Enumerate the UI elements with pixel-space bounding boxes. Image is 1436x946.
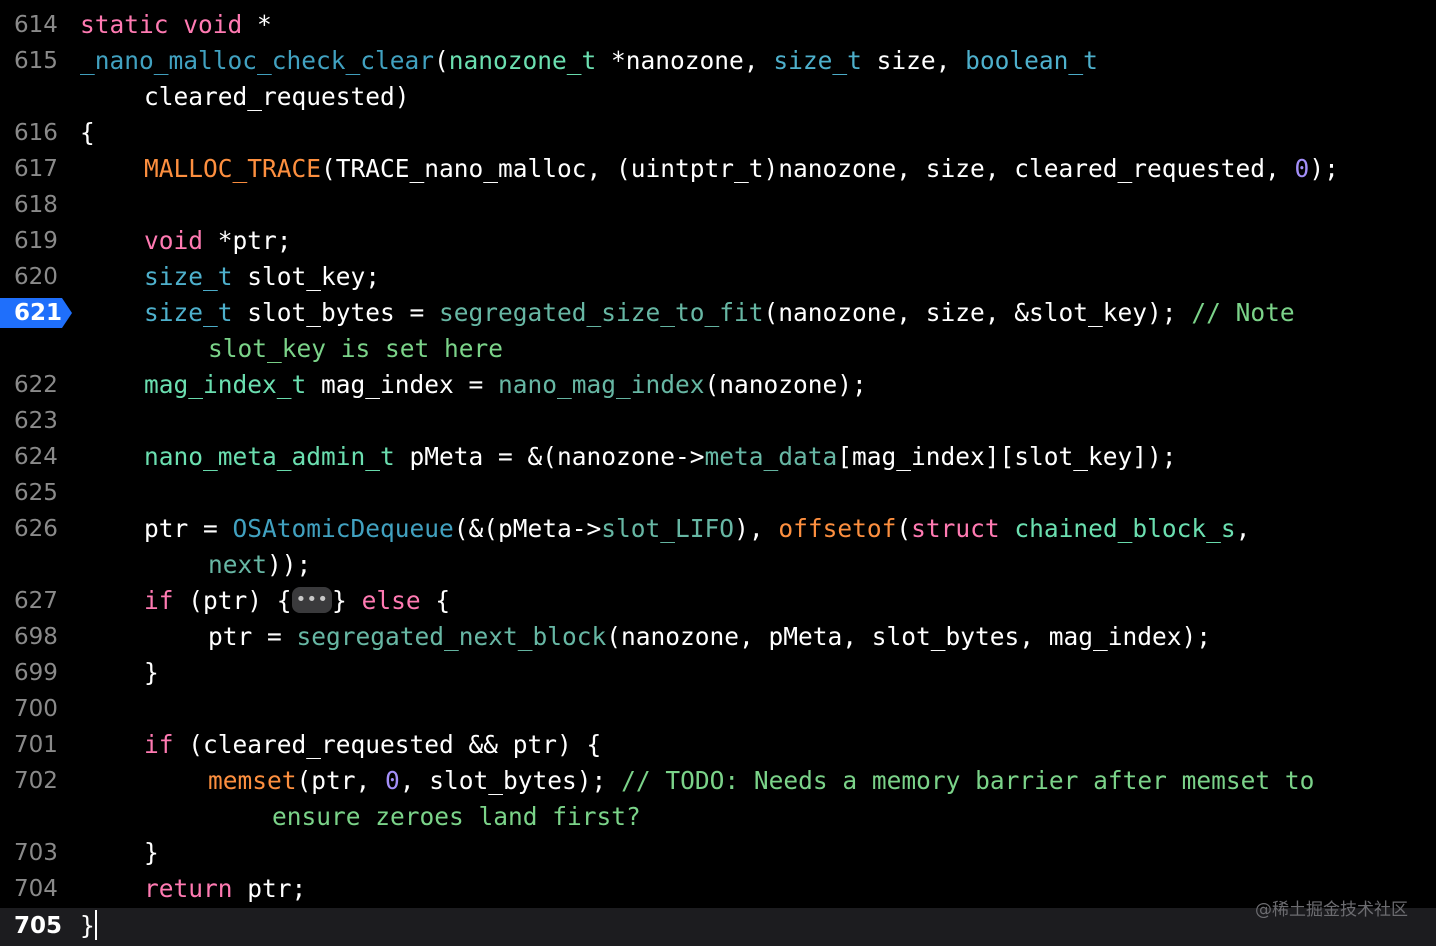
line-number[interactable]: 619 xyxy=(0,223,60,259)
watermark: @稀土掘金技术社区 xyxy=(1255,900,1408,920)
code-text: void *ptr; xyxy=(144,226,292,255)
text-cursor xyxy=(94,910,97,940)
line-number[interactable]: 627 xyxy=(0,583,60,619)
code-text: next)); xyxy=(208,550,312,579)
line-number[interactable]: 699 xyxy=(0,655,60,691)
code-text: } xyxy=(144,658,159,687)
code-line[interactable]: 625 xyxy=(0,475,1436,511)
code-line[interactable]: 702 memset(ptr, 0, slot_bytes); // TODO:… xyxy=(0,763,1436,799)
code-line[interactable]: 701 if (cleared_requested && ptr) { xyxy=(0,727,1436,763)
code-line[interactable]: 623 xyxy=(0,403,1436,439)
code-line[interactable]: 622 mag_index_t mag_index = nano_mag_ind… xyxy=(0,367,1436,403)
line-number[interactable]: 622 xyxy=(0,367,60,403)
line-number[interactable]: 701 xyxy=(0,727,60,763)
line-number[interactable]: 618 xyxy=(0,187,60,223)
code-line[interactable]: 624 nano_meta_admin_t pMeta = &(nanozone… xyxy=(0,439,1436,475)
line-number[interactable]: 620 xyxy=(0,259,60,295)
code-text: cleared_requested) xyxy=(144,82,410,111)
folded-code-button[interactable]: ••• xyxy=(291,587,333,613)
code-text: if (cleared_requested && ptr) { xyxy=(144,730,602,759)
code-text: memset(ptr, 0, slot_bytes); // TODO: Nee… xyxy=(208,766,1315,795)
code-text: { xyxy=(80,118,95,147)
code-line-wrap[interactable]: ensure zeroes land first? xyxy=(0,799,1436,835)
code-text: MALLOC_TRACE(TRACE_nano_malloc, (uintptr… xyxy=(144,154,1339,183)
code-text: nano_meta_admin_t pMeta = &(nanozone->me… xyxy=(144,442,1177,471)
code-line-wrap[interactable]: slot_key is set here xyxy=(0,331,1436,367)
line-number[interactable]: 702 xyxy=(0,763,60,799)
line-number[interactable]: 614 xyxy=(0,7,60,43)
line-number[interactable]: 623 xyxy=(0,403,60,439)
code-text: _nano_malloc_check_clear(nanozone_t *nan… xyxy=(80,46,1098,75)
code-line[interactable]: 617 MALLOC_TRACE(TRACE_nano_malloc, (uin… xyxy=(0,151,1436,187)
code-text: return ptr; xyxy=(144,874,307,903)
code-line[interactable]: 703 } xyxy=(0,835,1436,871)
code-line-current[interactable]: 705 } xyxy=(0,908,1436,946)
code-line[interactable]: 700 xyxy=(0,691,1436,727)
code-text: static void * xyxy=(80,10,272,39)
line-number[interactable]: 705 xyxy=(0,908,62,944)
line-number[interactable]: 616 xyxy=(0,115,60,151)
code-line[interactable]: 621 size_t slot_bytes = segregated_size_… xyxy=(0,295,1436,331)
code-text: ensure zeroes land first? xyxy=(272,802,641,831)
line-number[interactable]: 617 xyxy=(0,151,60,187)
code-text: ptr = OSAtomicDequeue(&(pMeta->slot_LIFO… xyxy=(144,514,1251,543)
code-text: } xyxy=(80,910,97,940)
line-number[interactable]: 621 xyxy=(14,295,62,331)
code-line[interactable]: 698 ptr = segregated_next_block(nanozone… xyxy=(0,619,1436,655)
line-number[interactable]: 704 xyxy=(0,871,60,907)
code-line[interactable]: 699 } xyxy=(0,655,1436,691)
code-text: } xyxy=(144,838,159,867)
code-line[interactable]: 620 size_t slot_key; xyxy=(0,259,1436,295)
code-line-wrap[interactable]: cleared_requested) xyxy=(0,79,1436,115)
line-number[interactable]: 625 xyxy=(0,475,60,511)
line-number[interactable]: 703 xyxy=(0,835,60,871)
code-line[interactable]: 618 xyxy=(0,187,1436,223)
code-line[interactable]: 615 _nano_malloc_check_clear(nanozone_t … xyxy=(0,43,1436,79)
line-number[interactable]: 700 xyxy=(0,691,60,727)
line-number[interactable]: 615 xyxy=(0,43,60,79)
code-line[interactable]: 619 void *ptr; xyxy=(0,223,1436,259)
code-line[interactable]: 627 if (ptr) {•••} else { xyxy=(0,583,1436,619)
code-line[interactable]: 614 static void * xyxy=(0,7,1436,43)
line-number[interactable]: 626 xyxy=(0,511,60,547)
code-text: ptr = segregated_next_block(nanozone, pM… xyxy=(208,622,1212,651)
code-text: if (ptr) {•••} else { xyxy=(144,586,451,615)
code-line[interactable]: 704 return ptr; xyxy=(0,871,1436,907)
code-line-wrap[interactable]: next)); xyxy=(0,547,1436,583)
code-editor[interactable]: 614 static void * 615 _nano_malloc_check… xyxy=(0,0,1436,946)
code-text: slot_key is set here xyxy=(208,334,504,363)
code-text: mag_index_t mag_index = nano_mag_index(n… xyxy=(144,370,867,399)
code-text: size_t slot_key; xyxy=(144,262,381,291)
line-number[interactable]: 698 xyxy=(0,619,60,655)
code-line[interactable]: 626 ptr = OSAtomicDequeue(&(pMeta->slot_… xyxy=(0,511,1436,547)
line-number[interactable]: 624 xyxy=(0,439,60,475)
code-line[interactable]: 616 { xyxy=(0,115,1436,151)
code-text: size_t slot_bytes = segregated_size_to_f… xyxy=(144,298,1295,327)
